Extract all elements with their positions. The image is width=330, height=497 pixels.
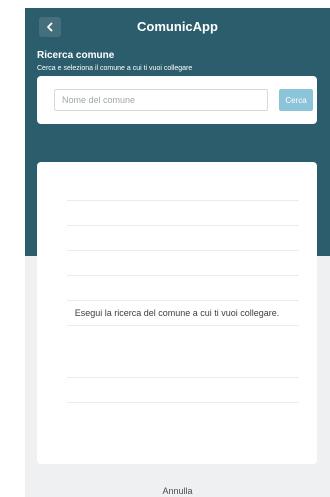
app-header: ComunicApp bbox=[25, 8, 330, 44]
section-subtitle: Cerca e seleziona il comune a cui ti vuo… bbox=[37, 65, 193, 72]
list-divider bbox=[67, 325, 299, 326]
list-divider bbox=[67, 402, 299, 403]
list-divider bbox=[67, 225, 299, 226]
municipality-search-input[interactable] bbox=[54, 89, 268, 111]
list-divider bbox=[67, 250, 299, 251]
app-title: ComunicApp bbox=[137, 19, 218, 34]
list-divider bbox=[67, 300, 299, 301]
list-divider bbox=[67, 200, 299, 201]
search-card: Cerca bbox=[37, 76, 317, 124]
section-title: Ricerca comune bbox=[37, 50, 115, 61]
list-divider bbox=[67, 377, 299, 378]
search-button[interactable]: Cerca bbox=[279, 89, 313, 111]
cancel-button[interactable]: Annulla bbox=[25, 486, 330, 496]
results-list: Esegui la ricerca del comune a cui ti vu… bbox=[37, 162, 317, 464]
app-screen: ComunicApp Ricerca comune Cerca e selezi… bbox=[25, 8, 330, 497]
empty-results-message: Esegui la ricerca del comune a cui ti vu… bbox=[74, 308, 280, 318]
list-divider bbox=[67, 275, 299, 276]
